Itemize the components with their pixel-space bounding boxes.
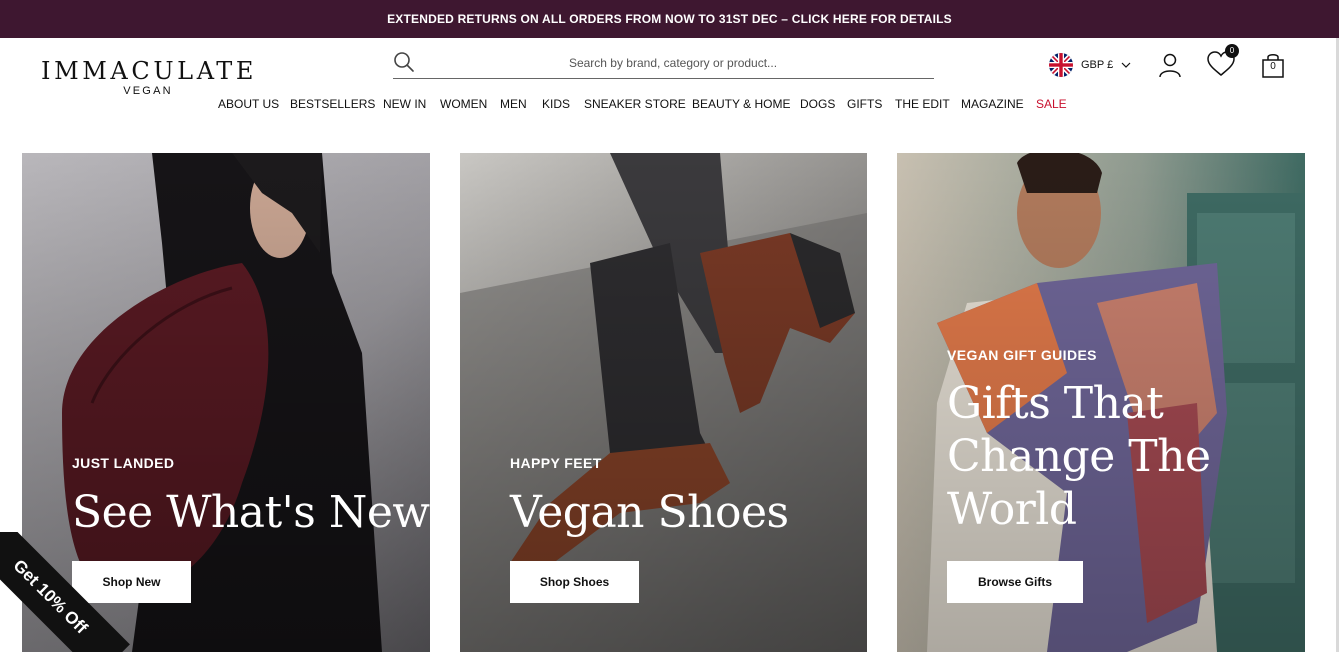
announcement-text[interactable]: EXTENDED RETURNS ON ALL ORDERS FROM NOW … [387,12,952,26]
promo-ribbon-container: Get 10% Off [0,532,130,652]
currency-selector[interactable]: GBP £ [1049,52,1131,78]
tile-gifts-headline: Gifts That Change The World [947,378,1211,535]
nav-men[interactable]: MEN [500,97,527,111]
uk-flag-icon [1049,53,1073,77]
nav-the-edit[interactable]: THE EDIT [895,97,950,111]
nav-gifts[interactable]: GIFTS [847,97,882,111]
currency-label: GBP £ [1081,59,1114,71]
shop-shoes-button[interactable]: Shop Shoes [510,561,639,603]
nav-new-in[interactable]: NEW IN [383,97,426,111]
nav-kids[interactable]: KIDS [542,97,570,111]
tile-shoes-eyebrow: HAPPY FEET [510,455,602,471]
nav-dogs[interactable]: DOGS [800,97,835,111]
tile-shoes-headline: Vegan Shoes [510,487,789,538]
nav-women[interactable]: WOMEN [440,97,487,111]
promo-tile-gifts[interactable]: VEGAN GIFT GUIDES Gifts That Change The … [897,153,1305,652]
bag-count: 0 [1270,61,1276,72]
nav-sneaker-store[interactable]: SNEAKER STORE [584,97,686,111]
tile-gifts-eyebrow: VEGAN GIFT GUIDES [947,347,1097,363]
search-icon[interactable] [393,51,415,73]
search-bar [393,50,934,79]
tile-new-eyebrow: JUST LANDED [72,455,175,471]
discount-ribbon[interactable]: Get 10% Off [0,532,130,652]
nav-sale[interactable]: SALE [1036,97,1067,111]
nav-beauty-home[interactable]: BEAUTY & HOME [692,97,790,111]
nav-magazine[interactable]: MAGAZINE [961,97,1024,111]
chevron-down-icon [1121,62,1131,68]
discount-ribbon-text: Get 10% Off [9,555,92,638]
wishlist-count-badge: 0 [1225,44,1239,58]
announcement-bar[interactable]: EXTENDED RETURNS ON ALL ORDERS FROM NOW … [0,0,1339,38]
nav-bestsellers[interactable]: BESTSELLERS [290,97,375,111]
account-icon[interactable] [1157,52,1183,78]
browse-gifts-button[interactable]: Browse Gifts [947,561,1083,603]
main-nav: ABOUT US BESTSELLERS NEW IN WOMEN MEN KI… [0,97,1339,113]
site-logo[interactable]: IMMACULATE VEGAN [41,58,255,97]
promo-tile-shoes[interactable]: HAPPY FEET Vegan Shoes Shop Shoes [460,153,867,652]
logo-sub: VEGAN [123,85,173,97]
search-input[interactable] [423,52,923,74]
nav-about-us[interactable]: ABOUT US [218,97,279,111]
logo-brand: IMMACULATE [41,57,258,85]
